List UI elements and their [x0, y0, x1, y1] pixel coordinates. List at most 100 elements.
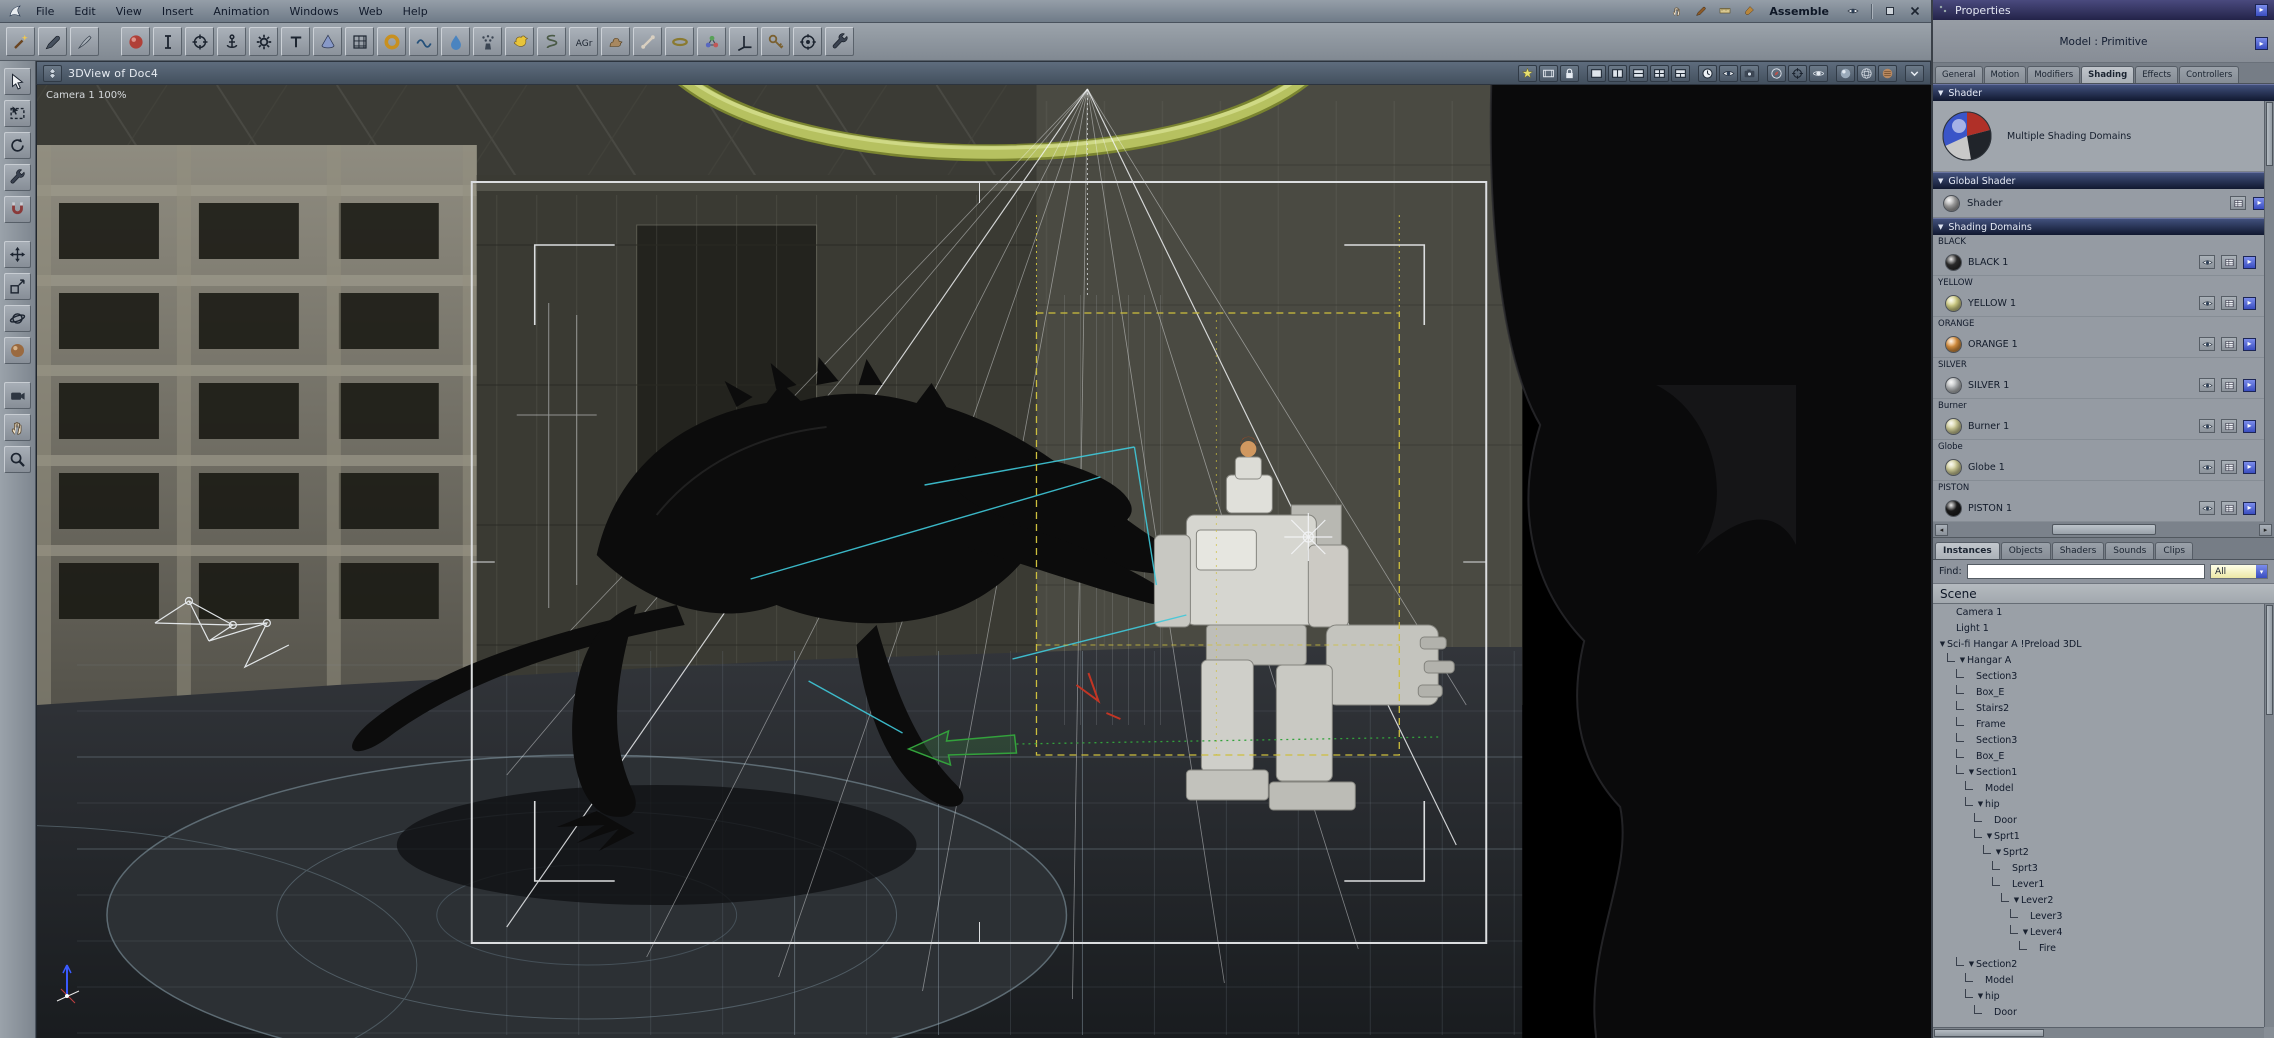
- ball-shaded-icon[interactable]: [1836, 64, 1855, 82]
- shaderball-icon[interactable]: [4, 337, 31, 364]
- domain-edit-button[interactable]: ▸: [2243, 501, 2256, 515]
- shader-section-header[interactable]: ▼ Shader: [1933, 84, 2274, 101]
- tree-expander-icon[interactable]: ▼: [2021, 928, 2030, 936]
- tree-item[interactable]: Light 1: [1933, 620, 2264, 636]
- find-input[interactable]: [1966, 564, 2205, 579]
- agr-icon[interactable]: AGr: [569, 27, 598, 56]
- chevron-down-icon[interactable]: ▾: [2256, 565, 2267, 578]
- browser-tab-instances[interactable]: Instances: [1935, 542, 2000, 559]
- tree-item[interactable]: Fire: [1933, 940, 2264, 956]
- menu-file[interactable]: File: [26, 2, 64, 21]
- tree-item[interactable]: ▼ Section1: [1933, 764, 2264, 780]
- tree-item[interactable]: Box_E: [1933, 684, 2264, 700]
- shading-domain-row[interactable]: BLACK 1 ▸: [1933, 249, 2264, 275]
- tree-expander-icon[interactable]: ▼: [1967, 960, 1976, 968]
- magnet-icon[interactable]: [4, 196, 31, 223]
- domain-edit-button[interactable]: ▸: [2243, 296, 2256, 310]
- target-icon[interactable]: [1788, 64, 1807, 82]
- menu-web[interactable]: Web: [349, 2, 393, 21]
- scrollbar-thumb[interactable]: [2266, 102, 2273, 166]
- tree-item[interactable]: Box_E: [1933, 748, 2264, 764]
- tree-item[interactable]: ▼ Lever4: [1933, 924, 2264, 940]
- domain-visibility-button[interactable]: [2199, 501, 2215, 515]
- domain-visibility-button[interactable]: [2199, 337, 2215, 351]
- tab-general[interactable]: General: [1935, 66, 1983, 83]
- close-icon[interactable]: [1904, 2, 1926, 21]
- scrollbar-thumb[interactable]: [1934, 1029, 2044, 1037]
- axis-icon[interactable]: [729, 27, 758, 56]
- shader-ball-icon[interactable]: [1945, 417, 1962, 435]
- tree-item[interactable]: Camera 1: [1933, 604, 2264, 620]
- restore-icon[interactable]: [1879, 2, 1901, 21]
- wand-icon[interactable]: [6, 27, 35, 56]
- tree-item[interactable]: ▼ Lever2: [1933, 892, 2264, 908]
- tree-expander-icon[interactable]: ▼: [1985, 832, 1994, 840]
- dolly-icon[interactable]: [4, 382, 31, 409]
- sphere-icon[interactable]: [121, 27, 150, 56]
- orbit-icon[interactable]: [4, 305, 31, 332]
- tree-item[interactable]: ▼ hip: [1933, 988, 2264, 1004]
- shading-domain-row[interactable]: ORANGE 1 ▸: [1933, 331, 2264, 357]
- pen-icon[interactable]: [38, 27, 67, 56]
- camel-icon[interactable]: [601, 27, 630, 56]
- tree-item[interactable]: Model: [1933, 972, 2264, 988]
- knife-icon[interactable]: [70, 27, 99, 56]
- scrollbar-thumb[interactable]: [2051, 524, 2156, 535]
- torus-icon[interactable]: [377, 27, 406, 56]
- spring-icon[interactable]: [537, 27, 566, 56]
- pane-quad-icon[interactable]: [1650, 64, 1669, 82]
- domain-edit-button[interactable]: ▸: [2243, 460, 2256, 474]
- tab-shading[interactable]: Shading: [2081, 66, 2135, 83]
- shader-ball-icon[interactable]: [1943, 194, 1960, 212]
- shader-ball-icon[interactable]: [1945, 253, 1962, 271]
- scroll-left-icon[interactable]: ◂: [1935, 523, 1948, 536]
- hand-icon[interactable]: [1666, 2, 1688, 21]
- tree-item[interactable]: Frame: [1933, 716, 2264, 732]
- global-shader-row[interactable]: Shader ▸: [1933, 189, 2274, 218]
- tree-expander-icon[interactable]: ▼: [1976, 800, 1985, 808]
- domain-list-button[interactable]: [2221, 296, 2237, 310]
- domain-edit-button[interactable]: ▸: [2243, 337, 2256, 351]
- gyro-icon[interactable]: [1809, 64, 1828, 82]
- clock-icon[interactable]: [1698, 64, 1717, 82]
- find-filter-dropdown[interactable]: All ▾: [2210, 564, 2268, 579]
- compass-icon[interactable]: [1767, 64, 1786, 82]
- ruler-icon[interactable]: [1714, 2, 1736, 21]
- shading-domains-header[interactable]: ▼ Shading Domains: [1933, 218, 2274, 235]
- anchor-icon[interactable]: [217, 27, 246, 56]
- panel-collapse-button[interactable]: ▸: [2255, 3, 2268, 17]
- menu-animation[interactable]: Animation: [203, 2, 279, 21]
- shader-ball-icon[interactable]: [1945, 376, 1962, 394]
- tree-item[interactable]: Door: [1933, 812, 2264, 828]
- domain-visibility-button[interactable]: [2199, 419, 2215, 433]
- film-icon[interactable]: [1539, 64, 1558, 82]
- ring-icon[interactable]: [665, 27, 694, 56]
- global-shader-header[interactable]: ▼ Global Shader: [1933, 172, 2274, 189]
- tab-modifiers[interactable]: Modifiers: [2027, 66, 2081, 83]
- tree-item[interactable]: Stairs2: [1933, 700, 2264, 716]
- zoom-icon[interactable]: [4, 446, 31, 473]
- molecule-icon[interactable]: [697, 27, 726, 56]
- domain-edit-button[interactable]: ▸: [2243, 255, 2256, 269]
- tree-expander-icon[interactable]: ▼: [1994, 848, 2003, 856]
- shading-domain-row[interactable]: YELLOW 1 ▸: [1933, 290, 2264, 316]
- ball-texture-icon[interactable]: [1878, 64, 1897, 82]
- pane-single-icon[interactable]: [1587, 64, 1606, 82]
- gear-icon[interactable]: [249, 27, 278, 56]
- tree-item[interactable]: Section3: [1933, 732, 2264, 748]
- scale-icon[interactable]: [4, 273, 31, 300]
- tree-item[interactable]: ▼ hip: [1933, 796, 2264, 812]
- menu-help[interactable]: Help: [393, 2, 438, 21]
- wave-icon[interactable]: [409, 27, 438, 56]
- panel-scrollbar[interactable]: [2264, 101, 2274, 522]
- tree-item[interactable]: Door: [1933, 1004, 2264, 1020]
- pane-splitv-icon[interactable]: [1608, 64, 1627, 82]
- star-icon[interactable]: [1518, 64, 1537, 82]
- properties-titlebar[interactable]: Properties ▸: [1933, 0, 2274, 20]
- splitter-icon[interactable]: [43, 64, 62, 82]
- domain-list-scrollbar[interactable]: ◂ ▸: [1933, 522, 2274, 538]
- tree-expander-icon[interactable]: ▼: [1938, 640, 1947, 648]
- text-icon[interactable]: [281, 27, 310, 56]
- tree-expander-icon[interactable]: ▼: [1976, 992, 1985, 1000]
- domain-list-button[interactable]: [2221, 337, 2237, 351]
